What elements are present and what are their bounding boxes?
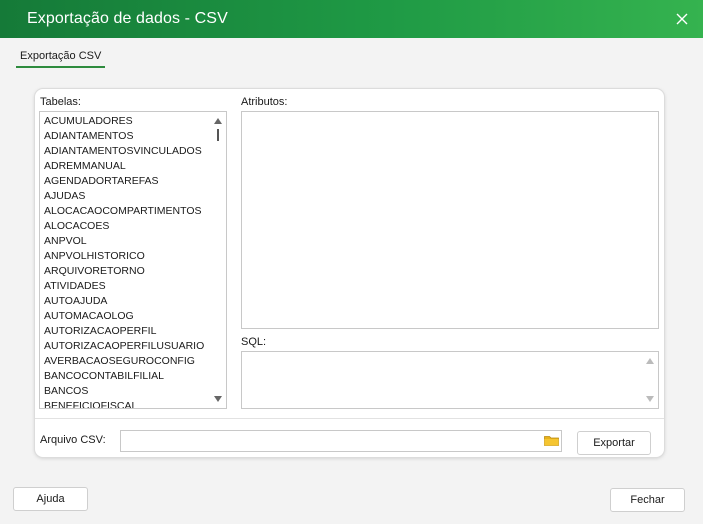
csv-file-field[interactable] — [120, 430, 562, 452]
list-item[interactable]: AJUDAS — [40, 189, 210, 204]
folder-icon[interactable] — [544, 435, 559, 446]
list-item[interactable]: AUTOMACAOLOG — [40, 309, 210, 324]
csv-file-label: Arquivo CSV: — [40, 434, 106, 446]
close-window-button[interactable] — [669, 6, 695, 32]
tables-scrollbar[interactable] — [210, 112, 226, 408]
scroll-thumb[interactable] — [217, 129, 219, 141]
attributes-label: Atributos: — [241, 96, 288, 108]
list-item[interactable]: ACUMULADORES — [40, 114, 210, 129]
tab-exportacao-csv[interactable]: Exportação CSV — [16, 50, 106, 68]
tables-label: Tabelas: — [40, 96, 81, 108]
list-item[interactable]: ADREMMANUAL — [40, 159, 210, 174]
scroll-up-icon[interactable] — [214, 118, 222, 124]
list-item[interactable]: AUTOAJUDA — [40, 294, 210, 309]
divider — [35, 418, 664, 419]
close-button[interactable]: Fechar — [610, 488, 685, 512]
scroll-down-icon[interactable] — [214, 396, 222, 402]
list-item[interactable]: AVERBACAOSEGUROCONFIG — [40, 354, 210, 369]
list-item[interactable]: AGENDADORTAREFAS — [40, 174, 210, 189]
scroll-down-icon[interactable] — [646, 396, 654, 402]
list-item[interactable]: ARQUIVORETORNO — [40, 264, 210, 279]
sql-scrollbar[interactable] — [642, 352, 658, 408]
list-item[interactable]: ANPVOL — [40, 234, 210, 249]
list-item[interactable]: BANCOCONTABILFILIAL — [40, 369, 210, 384]
list-item[interactable]: ALOCACOES — [40, 219, 210, 234]
list-item[interactable]: ANPVOLHISTORICO — [40, 249, 210, 264]
window-title: Exportação de dados - CSV — [27, 10, 228, 27]
list-item[interactable]: ADIANTAMENTOS — [40, 129, 210, 144]
help-button[interactable]: Ajuda — [13, 487, 88, 511]
list-item[interactable]: BENEFICIOFISCAL — [40, 399, 210, 408]
list-item[interactable]: AUTORIZACAOPERFILUSUARIO — [40, 339, 210, 354]
title-bar: Exportação de dados - CSV — [0, 0, 703, 38]
list-item[interactable]: ALOCACAOCOMPARTIMENTOS — [40, 204, 210, 219]
tables-list[interactable]: ACUMULADORES ADIANTAMENTOS ADIANTAMENTOSVI… — [39, 111, 227, 409]
list-item[interactable]: ADIANTAMENTOSVINCULADOS — [40, 144, 210, 159]
scroll-up-icon[interactable] — [646, 358, 654, 364]
export-button[interactable]: Exportar — [577, 431, 651, 455]
list-item[interactable]: BANCOS — [40, 384, 210, 399]
tab-label: Exportação CSV — [20, 50, 102, 62]
list-item[interactable]: ATIVIDADES — [40, 279, 210, 294]
list-item[interactable]: AUTORIZACAOPERFIL — [40, 324, 210, 339]
export-panel: Tabelas: ACUMULADORES ADIANTAMENTOS ADIANT… — [35, 89, 664, 457]
sql-label: SQL: — [241, 336, 267, 348]
attributes-list[interactable] — [241, 111, 659, 329]
sql-textarea[interactable] — [241, 351, 659, 409]
close-icon — [676, 13, 688, 25]
